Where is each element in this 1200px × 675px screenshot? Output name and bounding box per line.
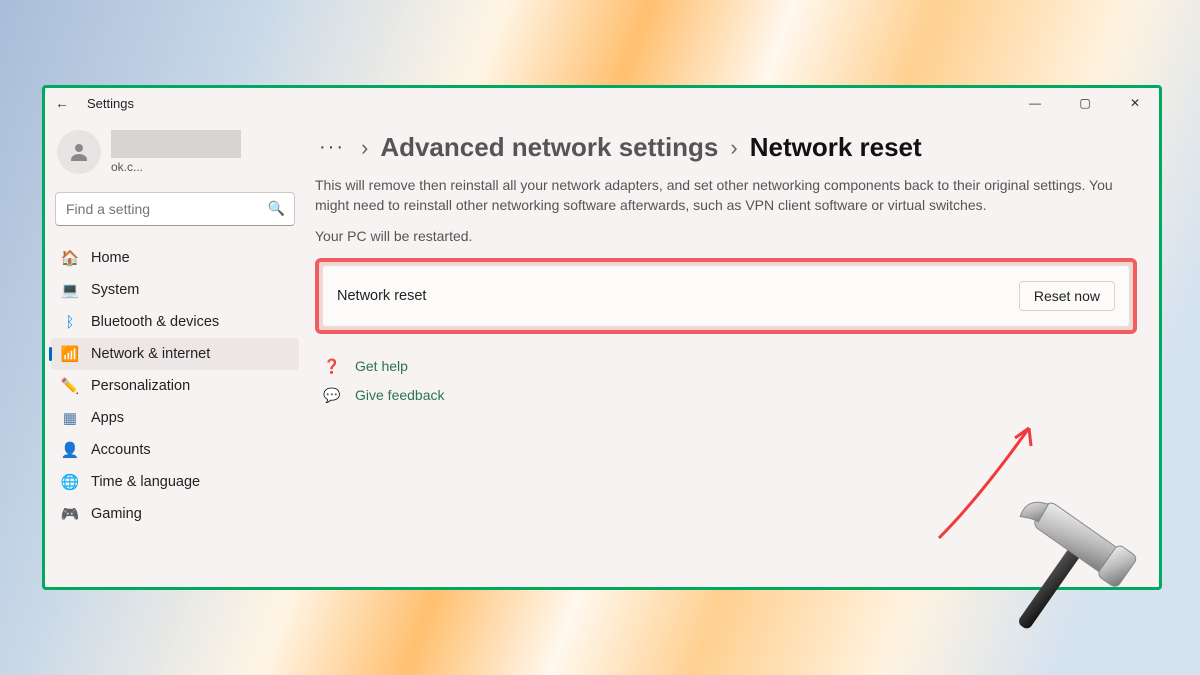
nav-icon: 💻 [61,281,79,299]
sidebar-item-network-internet[interactable]: 📶 Network & internet [51,338,299,370]
sidebar-item-personalization[interactable]: ✏️ Personalization [51,370,299,402]
avatar-icon [57,130,101,174]
nav-icon: 👤 [61,441,79,459]
titlebar: ← Settings — ▢ ✕ [45,88,1159,118]
sidebar-item-system[interactable]: 💻 System [51,274,299,306]
restart-note: Your PC will be restarted. [315,228,1137,244]
chevron-right-icon: › [730,135,737,161]
profile-section[interactable]: ok.c... [51,130,299,174]
sidebar-item-label: Accounts [91,442,151,458]
back-button[interactable]: ← [51,95,73,111]
profile-email: ok.c... [111,160,241,174]
description-text: This will remove then reinstall all your… [315,175,1135,216]
get-help-row[interactable]: ❓ Get help [315,352,1137,381]
minimize-button[interactable]: — [1017,96,1053,110]
sidebar-item-label: Bluetooth & devices [91,314,219,330]
nav-icon: 🏠 [61,249,79,267]
nav-icon: 🎮 [61,505,79,523]
nav-icon: ᛒ [61,313,79,331]
sidebar-item-label: Apps [91,410,124,426]
sidebar-item-label: Personalization [91,378,190,394]
page-title: Network reset [750,132,922,163]
nav-icon: 📶 [61,345,79,363]
arrow-annotation [919,408,1059,548]
breadcrumb: ··· › Advanced network settings › Networ… [315,132,1137,163]
maximize-button[interactable]: ▢ [1067,96,1103,110]
network-reset-card: Network reset Reset now [322,265,1130,327]
help-icon: ❓ [323,358,341,375]
settings-window: ← Settings — ▢ ✕ ok.c... 🔍 🏠 Home 💻 System ᛒ… [42,85,1162,590]
nav-icon: 🌐 [61,473,79,491]
sidebar-item-label: Network & internet [91,346,210,362]
profile-name-redacted [111,130,241,158]
sidebar-item-label: Home [91,250,130,266]
sidebar: ok.c... 🔍 🏠 Home 💻 System ᛒ Bluetooth & devic… [45,118,307,587]
search-field: 🔍 [55,192,295,226]
app-title: Settings [87,96,134,111]
card-label: Network reset [337,288,426,304]
sidebar-item-label: Time & language [91,474,200,490]
give-feedback-link[interactable]: Give feedback [355,387,445,403]
sidebar-item-accounts[interactable]: 👤 Accounts [51,434,299,466]
get-help-link[interactable]: Get help [355,358,408,374]
feedback-icon: 💬 [323,387,341,404]
close-button[interactable]: ✕ [1117,96,1153,110]
chevron-right-icon: › [361,135,368,161]
give-feedback-row[interactable]: 💬 Give feedback [315,381,1137,410]
sidebar-item-label: System [91,282,139,298]
sidebar-item-label: Gaming [91,506,142,522]
sidebar-item-apps[interactable]: ▦ Apps [51,402,299,434]
main-content: ··· › Advanced network settings › Networ… [307,118,1159,587]
search-input[interactable] [55,192,295,226]
sidebar-item-time-language[interactable]: 🌐 Time & language [51,466,299,498]
sidebar-item-home[interactable]: 🏠 Home [51,242,299,274]
nav-icon: ✏️ [61,377,79,395]
breadcrumb-more[interactable]: ··· [315,136,349,159]
nav-list: 🏠 Home 💻 System ᛒ Bluetooth & devices 📶 Network… [51,242,299,530]
reset-now-button[interactable]: Reset now [1019,281,1115,311]
sidebar-item-gaming[interactable]: 🎮 Gaming [51,498,299,530]
nav-icon: ▦ [61,409,79,427]
sidebar-item-bluetooth-devices[interactable]: ᛒ Bluetooth & devices [51,306,299,338]
breadcrumb-parent[interactable]: Advanced network settings [380,132,718,163]
highlight-annotation: Network reset Reset now [315,258,1137,334]
